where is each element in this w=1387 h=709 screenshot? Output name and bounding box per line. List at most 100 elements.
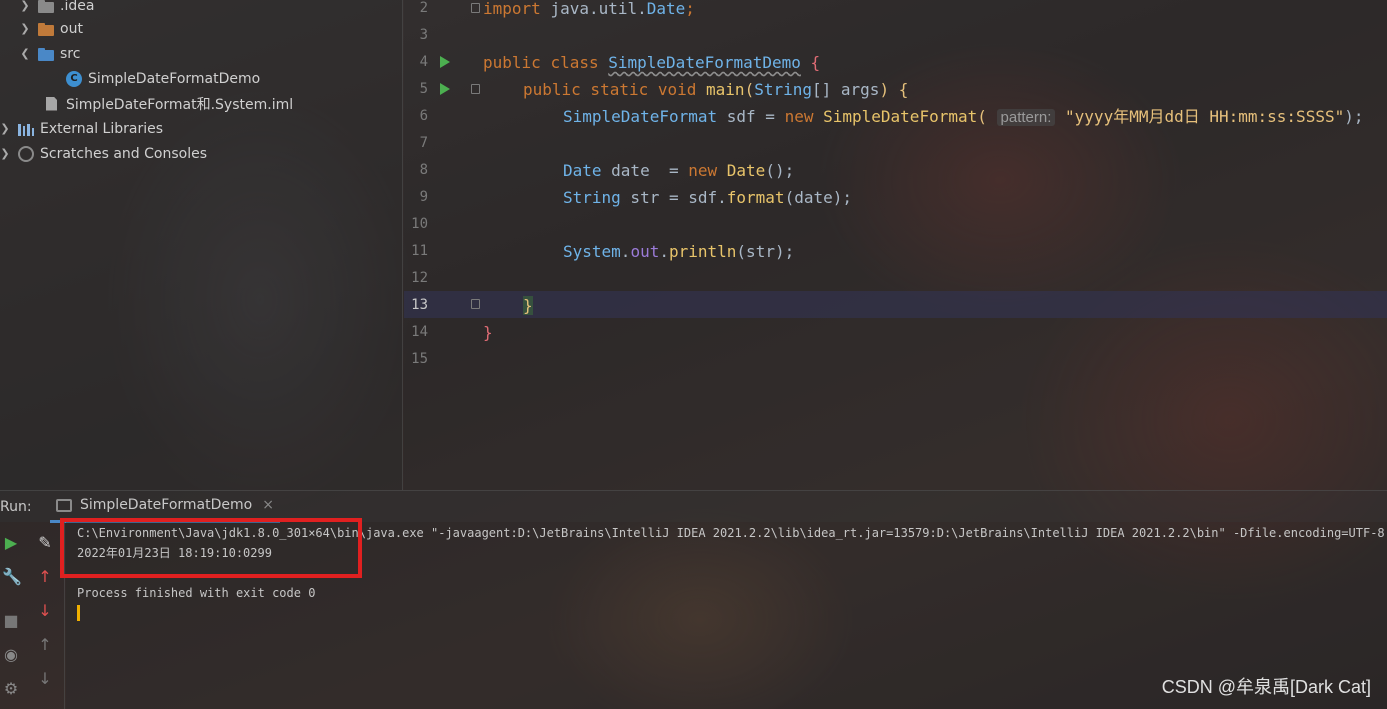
code-token: (date); <box>784 188 852 207</box>
console-line-output: 2022年01月23日 18:19:10:0299 <box>77 546 272 560</box>
run-tab[interactable]: SimpleDateFormatDemo × <box>50 491 280 523</box>
code-token: Date <box>646 0 686 18</box>
arrow-up-icon[interactable]: ↑ <box>36 568 54 586</box>
line-number: 5 <box>419 81 428 97</box>
tree-item-src[interactable]: ❮ src <box>18 41 80 66</box>
folder-blue-icon <box>38 47 54 61</box>
code-token: new <box>784 107 814 126</box>
line-number: 15 <box>411 351 428 367</box>
project-tool-window: ❯ .idea ❯ out ❮ src C SimpleDateFormatDe… <box>0 0 403 490</box>
code-token: { <box>898 80 909 99</box>
code-token: SimpleDateFormat <box>823 107 978 126</box>
code-token: String <box>754 80 812 99</box>
code-token: date = <box>601 161 689 180</box>
watermark: CSDN @牟泉禹[Dark Cat] <box>1161 677 1371 697</box>
tree-item-label: External Libraries <box>40 120 163 137</box>
fold-icon[interactable] <box>471 299 480 309</box>
tree-item-simpledateformatdemo[interactable]: C SimpleDateFormatDemo <box>66 66 260 91</box>
chevron-right-icon[interactable]: ❯ <box>18 22 32 35</box>
code-line-5: public static void main(String[] args) { <box>523 76 908 103</box>
code-token: sdf = <box>717 107 785 126</box>
code-token: System <box>563 242 621 261</box>
code-editor[interactable]: 2 3 4 5 6 7 8 9 10 11 12 13 14 15 import… <box>404 0 1387 490</box>
code-token: public <box>483 53 541 72</box>
console-tab-icon <box>56 498 72 512</box>
code-token: str = sdf. <box>620 188 727 207</box>
java-class-icon: C <box>66 70 82 87</box>
tree-item-iml[interactable]: SimpleDateFormat和.System.iml <box>44 91 293 116</box>
fold-icon[interactable] <box>471 84 480 94</box>
code-token: format <box>726 188 785 207</box>
scroll-up-icon[interactable]: ↑ <box>36 636 54 654</box>
code-token: public static void <box>523 80 697 99</box>
code-token: SimpleDateFormat <box>563 107 718 126</box>
tree-item-scratches[interactable]: ❯ Scratches and Consoles <box>0 141 207 166</box>
line-number: 8 <box>419 162 428 178</box>
code-token: ( <box>977 107 987 126</box>
run-label: Run: <box>0 498 32 515</box>
code-token: } <box>483 323 493 342</box>
code-token: import <box>483 0 541 18</box>
tree-item-label: SimpleDateFormat和.System.iml <box>66 96 294 113</box>
folder-orange-icon <box>38 22 54 36</box>
line-number: 4 <box>419 54 428 70</box>
chevron-right-icon[interactable]: ❯ <box>18 0 32 12</box>
fold-icon[interactable] <box>471 3 480 13</box>
settings-gear-icon[interactable]: ⚙ <box>2 680 20 698</box>
code-line-13: } <box>523 292 533 319</box>
current-line-highlight <box>404 291 1387 318</box>
code-token: Date <box>563 161 602 180</box>
code-token: println <box>668 242 737 261</box>
line-number: 3 <box>419 27 428 43</box>
chevron-down-icon[interactable]: ❮ <box>18 47 32 60</box>
code-token: } <box>523 296 533 315</box>
tree-item-label: out <box>60 20 83 37</box>
arrow-down-icon[interactable]: ↓ <box>36 602 54 620</box>
code-token: ( <box>744 80 755 99</box>
code-token: ); <box>1344 107 1364 126</box>
tree-item-external-libraries[interactable]: ❯ External Libraries <box>0 116 163 141</box>
code-token: . <box>620 242 631 261</box>
run-main-icon[interactable] <box>440 83 450 95</box>
code-token: out <box>630 242 660 261</box>
line-number: 12 <box>411 270 428 286</box>
code-line-9: String str = sdf.format(date); <box>563 184 852 211</box>
run-tab-title: SimpleDateFormatDemo <box>80 497 253 513</box>
line-number-current: 13 <box>411 297 428 313</box>
close-icon[interactable]: × <box>262 497 274 513</box>
tree-item-out[interactable]: ❯ out <box>18 16 83 41</box>
code-token: [] args <box>812 80 880 99</box>
console-line-exit: Process finished with exit code 0 <box>77 586 316 600</box>
run-class-icon[interactable] <box>440 56 450 68</box>
edit-config-icon[interactable]: ✎ <box>36 534 54 552</box>
rerun-icon[interactable]: ▶ <box>2 534 20 552</box>
code-token: (); <box>765 161 795 180</box>
scroll-down-icon[interactable]: ↓ <box>36 670 54 688</box>
run-tool-window-header: Run: SimpleDateFormatDemo × <box>0 490 1387 523</box>
code-line-14: } <box>483 319 493 346</box>
line-number: 7 <box>419 135 428 151</box>
tree-item-label: Scratches and Consoles <box>40 145 207 162</box>
tree-item-label: SimpleDateFormatDemo <box>88 70 261 87</box>
folder-icon <box>38 0 54 13</box>
line-number: 2 <box>419 0 428 16</box>
line-number: 6 <box>419 108 428 124</box>
console-line-command: C:\Environment\Java\jdk1.8.0_301×64\bin\… <box>77 526 1387 540</box>
code-token: "yyyy年MM月dd日 HH:mm:ss:SSSS" <box>1065 107 1345 126</box>
scratches-icon <box>18 145 34 162</box>
stop-icon[interactable]: ■ <box>2 612 20 630</box>
console-caret <box>77 605 80 621</box>
wrench-icon[interactable]: 🔧 <box>2 568 22 586</box>
chevron-right-icon[interactable]: ❯ <box>0 147 12 160</box>
code-token: (str); <box>736 242 795 261</box>
code-token: ; <box>685 0 695 18</box>
code-token: ) <box>879 80 890 99</box>
code-token: java.util. <box>550 0 647 18</box>
camera-icon[interactable]: ◉ <box>2 646 20 664</box>
code-line-11: System.out.println(str); <box>563 238 794 265</box>
iml-file-icon <box>44 97 60 111</box>
chevron-right-icon[interactable]: ❯ <box>0 122 12 135</box>
code-token: Date <box>726 161 766 180</box>
line-number: 11 <box>411 243 428 259</box>
code-token: SimpleDateFormatDemo <box>608 53 801 72</box>
